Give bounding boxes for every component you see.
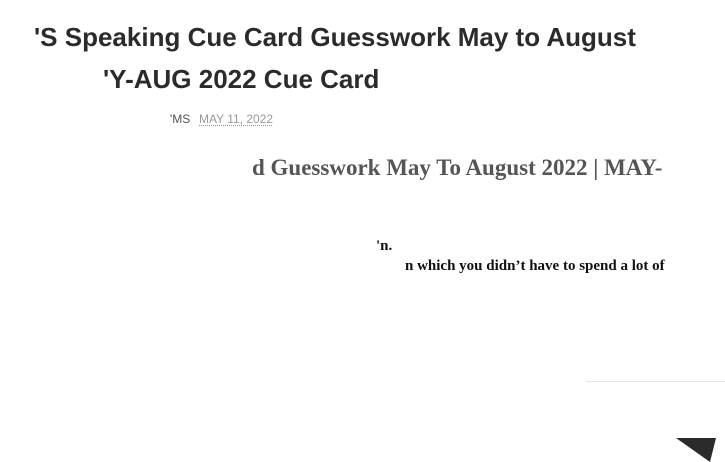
post-author[interactable]: 'MS <box>170 112 190 126</box>
content-text-line: 'n. <box>376 238 393 254</box>
page: 'S Speaking Cue Card Guesswork May to Au… <box>0 0 725 462</box>
content-text-line: n which you didn’t have to spend a lot o… <box>405 258 665 274</box>
triangle-arrow-icon[interactable] <box>676 438 716 462</box>
post-date[interactable]: MAY 11, 2022 <box>199 112 273 126</box>
divider <box>586 381 725 382</box>
post-title-line-1: 'S Speaking Cue Card Guesswork May to Au… <box>34 22 636 52</box>
post-title-line-2: 'Y-AUG 2022 Cue Card <box>103 64 380 94</box>
content-subheading: d Guesswork May To August 2022 | MAY- <box>252 155 663 180</box>
